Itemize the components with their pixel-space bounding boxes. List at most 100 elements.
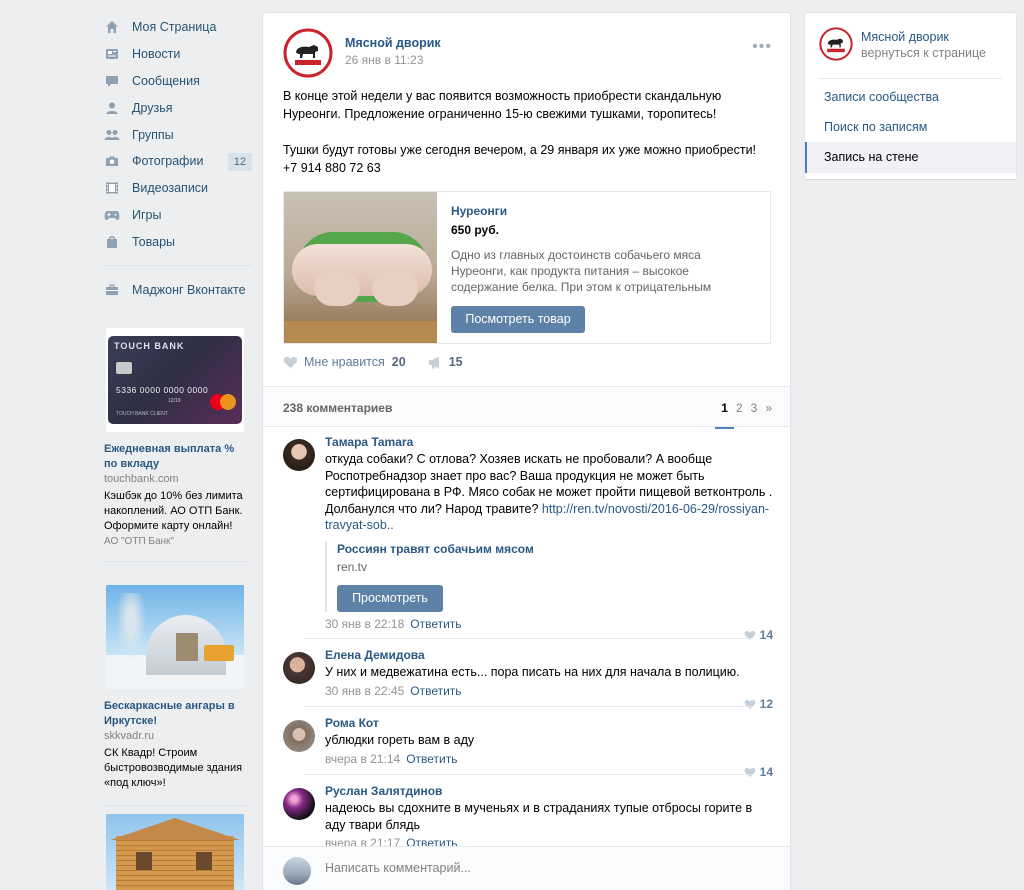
product-description: Одно из главных достоинств собачьего мяс… [451,248,712,294]
nav-games[interactable]: Игры [104,202,252,229]
share-button[interactable]: 15 [428,355,463,369]
ad-house-image[interactable] [106,814,244,890]
like-label: Мне нравится [304,355,385,369]
group-back-link[interactable]: Мясной дворик вернуться к странице [819,27,986,61]
group-name[interactable]: Мясной дворик [861,30,949,44]
post-author[interactable]: Мясной дворик [345,36,441,50]
community-posts-link[interactable]: Записи сообщества [824,90,939,104]
ad-text: Кэшбэк до 10% без лимита накоплений. АО … [104,490,243,532]
product-card[interactable]: Нуреонги 650 руб. Одно из главных достои… [283,191,771,344]
comment-divider [305,706,753,707]
view-product-button[interactable]: Посмотреть товар [451,306,585,333]
comment-input[interactable]: Написать комментарий... [325,861,471,875]
nav-label: Моя Страница [132,20,217,35]
nav-label: Товары [132,234,175,249]
ad-text: СК Квадр! Строим быстровозводимые здания… [104,747,243,789]
avatar[interactable] [283,439,315,471]
ad-wooden-house[interactable] [104,814,246,890]
comment-like-button[interactable]: 14 [744,765,773,779]
nav-app-mahjong[interactable]: Маджонг Вконтакте [104,276,252,303]
nav-news[interactable]: Новости [104,41,252,68]
page-next[interactable]: » [765,401,772,415]
camera-icon [104,153,120,169]
view-link-button[interactable]: Просмотреть [337,584,443,612]
comment-like-button[interactable]: 12 [744,697,773,711]
comment-body: Тамара Tamara откуда собаки? С отлова? Х… [325,435,773,631]
nav-groups[interactable]: Группы [104,121,252,148]
reply-button[interactable]: Ответить [410,684,461,698]
comment-author[interactable]: Елена Демидова [325,648,773,662]
nav-label: Маджонг Вконтакте [132,282,246,297]
ad-title[interactable]: Ежедневная выплата % по вкладу [104,442,246,472]
wall-post: Мясной дворик 26 янв в 11:23 ••• В конце… [263,13,790,890]
megaphone-icon [428,356,439,368]
link-title[interactable]: Россиян травят собачьим мясом [337,542,773,556]
nav-my-page[interactable]: Моя Страница [104,14,252,41]
post-header: Мясной дворик 26 янв в 11:23 [283,28,441,78]
avatar[interactable] [283,788,315,820]
ad-domain: skkvadr.ru [104,730,155,742]
post-more-button[interactable]: ••• [752,38,772,56]
comment-like-button[interactable]: 14 [744,628,773,642]
comment-body: Рома Кот ублюдки гореть вам в аду вчера … [325,716,773,766]
nav-videos[interactable]: Видеозаписи [104,175,252,202]
group-avatar[interactable] [819,27,853,61]
comment-author[interactable]: Тамара Tamara [325,435,773,449]
friends-icon [104,100,120,116]
ad-divider [104,561,246,562]
nav-friends[interactable]: Друзья [104,94,252,121]
back-to-page[interactable]: вернуться к странице [861,46,986,60]
post-date[interactable]: 26 янв в 11:23 [345,53,423,67]
search-posts-link[interactable]: Поиск по записям [824,120,927,134]
link-attachment[interactable]: Россиян травят собачьим мясом ren.tv Про… [325,541,773,612]
comment-text: откуда собаки? С отлова? Хозяев искать н… [325,451,773,534]
heart-icon [283,356,298,368]
nav-photos[interactable]: Фотографии 12 [104,148,252,175]
product-name[interactable]: Нуреонги [451,204,741,218]
page-1[interactable]: 1 [715,401,734,429]
avatar [283,857,311,885]
comment-date[interactable]: 30 янв в 22:45 [325,684,404,698]
page-3[interactable]: 3 [751,401,758,415]
right-panel: Мясной дворик вернуться к странице Запис… [805,13,1016,179]
comment-author[interactable]: Рома Кот [325,716,773,730]
reply-button[interactable]: Ответить [410,617,461,631]
wall-post-tab[interactable]: Запись на стене [805,142,1016,173]
nav-label: Игры [132,207,162,222]
menu-divider [104,265,252,267]
reply-button[interactable]: Ответить [406,752,457,766]
gamepad-icon [104,207,120,223]
avatar[interactable] [283,720,315,752]
comment-text: У них и медвежатина есть... пора писать … [325,665,740,679]
comment-date[interactable]: 30 янв в 22:18 [325,617,404,631]
photos-count-badge: 12 [227,152,252,171]
ad-card-image[interactable]: TOUCH BANK 5336 0000 0000 0000 12/19 TOU… [106,328,244,432]
comment-date[interactable]: вчера в 21:14 [325,752,400,766]
nav-label: Новости [132,47,181,62]
nav-label: Друзья [132,100,173,115]
nav-label: Группы [132,127,174,142]
product-image[interactable] [284,192,437,343]
comment-body: Елена Демидова У них и медвежатина есть.… [325,648,773,698]
product-info: Нуреонги 650 руб. Одно из главных достои… [437,192,755,343]
news-icon [104,46,120,62]
page-2[interactable]: 2 [736,401,743,415]
ad-advertiser: АО "ОТП Банк" [104,536,174,547]
card-chip [116,362,132,374]
post-text-paragraph: Тушки будут готовы уже сегодня вечером, … [283,143,757,175]
ad-title[interactable]: Бескаркасные ангары в Иркутске! [104,699,246,729]
heart-icon [744,767,756,777]
ad-touchbank[interactable]: TOUCH BANK 5336 0000 0000 0000 12/19 TOU… [104,328,246,562]
group-avatar[interactable] [283,28,333,78]
comment-body: Руслан Залятдинов надеюсь вы сдохните в … [325,784,773,850]
nav-messages[interactable]: Сообщения [104,68,252,95]
comment-author[interactable]: Руслан Залятдинов [325,784,773,798]
avatar[interactable] [283,652,315,684]
post-text: В конце этой недели у вас появится возмо… [283,87,773,195]
ad-hangar-image[interactable] [106,585,244,689]
mastercard-logo [210,394,236,410]
ad-hangars[interactable]: Бескаркасные ангары в Иркутске! skkvadr.… [104,585,246,806]
nav-goods[interactable]: Товары [104,228,252,255]
like-button[interactable]: Мне нравится 20 [283,355,406,369]
post-actions: Мне нравится 20 15 [283,355,463,369]
